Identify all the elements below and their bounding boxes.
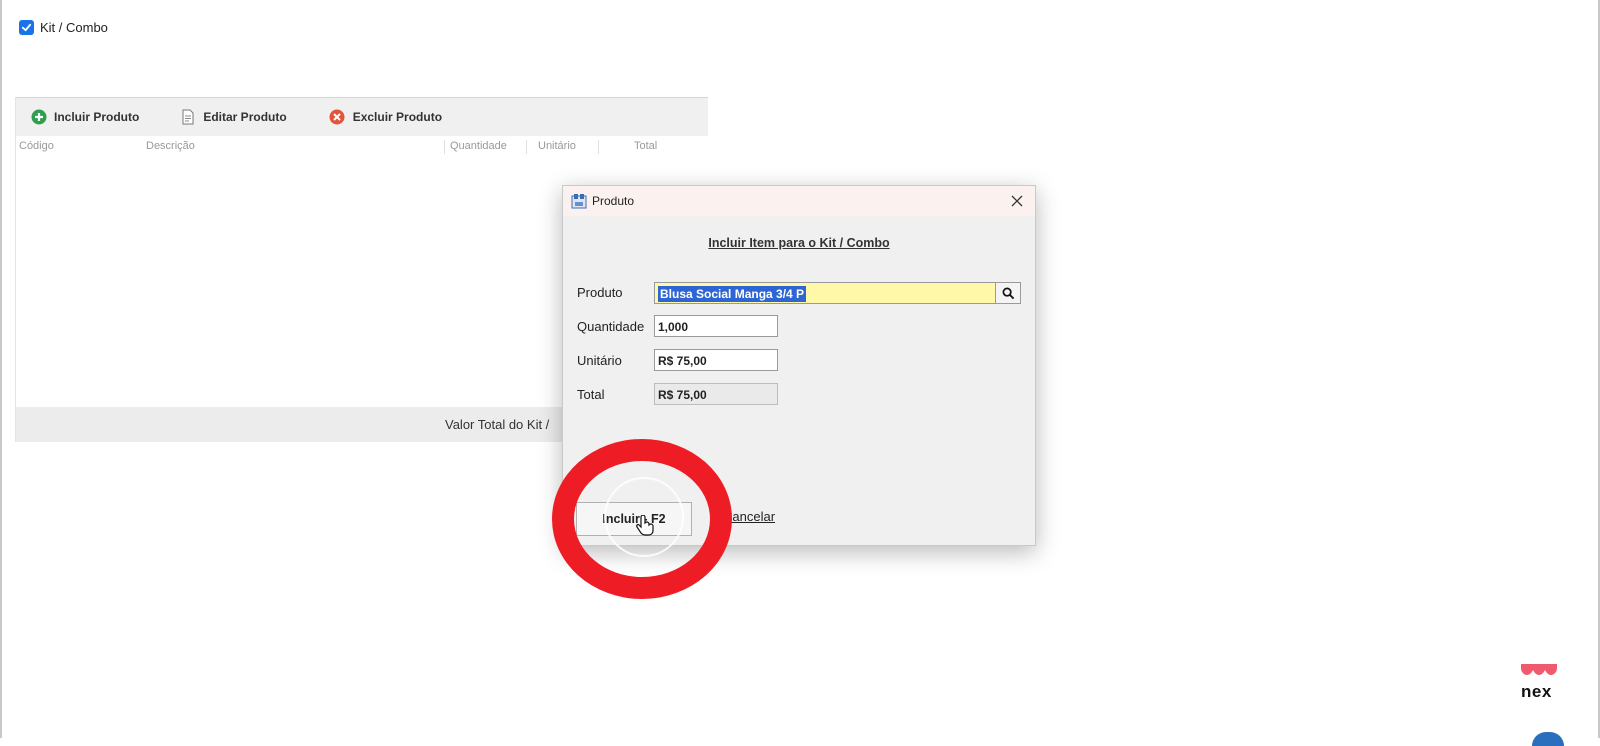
- nex-logo-mark-icon: [1521, 664, 1557, 675]
- kit-combo-checkbox[interactable]: Kit / Combo: [19, 20, 108, 35]
- dialog-heading: Incluir Item para o Kit / Combo: [708, 236, 890, 250]
- column-separator: [444, 140, 445, 154]
- editar-produto-button[interactable]: Editar Produto: [153, 98, 300, 136]
- document-icon: [179, 109, 196, 126]
- column-quantidade[interactable]: Quantidade: [450, 140, 507, 152]
- valor-total-label: Valor Total do Kit /: [445, 417, 550, 432]
- nex-logo: nex: [1521, 663, 1561, 702]
- corner-widget: [1532, 732, 1564, 746]
- search-icon: [1002, 287, 1014, 299]
- delete-circle-icon: [329, 109, 346, 126]
- excluir-produto-label: Excluir Produto: [352, 110, 443, 124]
- total-field: R$ 75,00: [654, 383, 778, 405]
- unitario-label: Unitário: [577, 353, 622, 368]
- column-separator: [598, 140, 599, 154]
- quantidade-label: Quantidade: [577, 319, 645, 334]
- add-circle-icon: [30, 109, 47, 126]
- column-total[interactable]: Total: [634, 140, 657, 152]
- produto-label: Produto: [577, 285, 623, 300]
- incluir-produto-button[interactable]: Incluir Produto: [16, 98, 153, 136]
- quantidade-input[interactable]: 1,000: [654, 315, 778, 337]
- close-icon[interactable]: [1009, 193, 1025, 209]
- dialog-title: Produto: [592, 194, 635, 208]
- incluir-produto-label: Incluir Produto: [54, 110, 140, 124]
- hand-cursor-icon: [636, 515, 654, 536]
- kit-combo-label: Kit / Combo: [40, 20, 108, 35]
- kit-toolbar: Incluir Produto Editar Produto Excluir P…: [16, 97, 708, 136]
- checkbox-checked-icon[interactable]: [19, 20, 34, 35]
- produto-input[interactable]: Blusa Social Manga 3/4 P: [654, 282, 996, 304]
- column-codigo[interactable]: Código: [19, 140, 54, 152]
- excluir-produto-button[interactable]: Excluir Produto: [301, 98, 456, 136]
- produto-selected-text: Blusa Social Manga 3/4 P: [658, 286, 807, 302]
- grid-header: Código Descrição Quantidade Unitário Tot…: [16, 136, 708, 156]
- column-separator: [526, 140, 527, 154]
- editar-produto-label: Editar Produto: [203, 110, 287, 124]
- unitario-input[interactable]: R$ 75,00: [654, 349, 778, 371]
- column-descricao[interactable]: Descrição: [146, 140, 195, 152]
- nex-logo-text: nex: [1521, 682, 1552, 701]
- column-unitario[interactable]: Unitário: [538, 140, 576, 152]
- window-border-left: [0, 0, 2, 738]
- produto-search-button[interactable]: [995, 282, 1021, 304]
- app-icon: [571, 194, 587, 209]
- dialog-titlebar[interactable]: Produto: [563, 186, 1035, 216]
- total-label: Total: [577, 387, 605, 402]
